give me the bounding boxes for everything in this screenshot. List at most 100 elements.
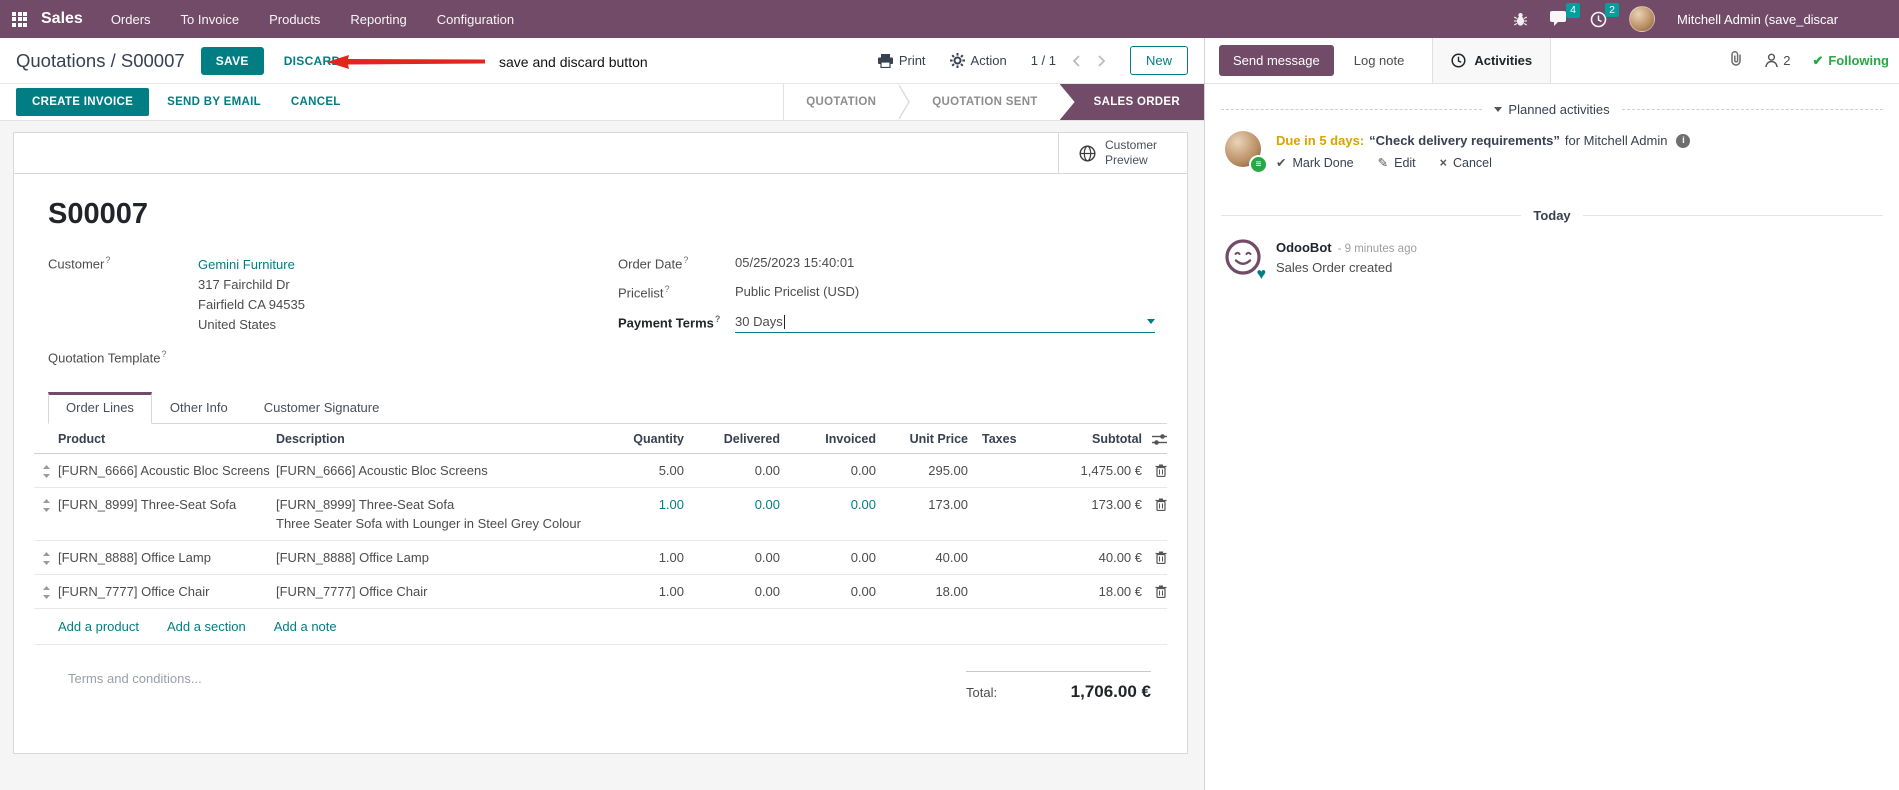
action-button[interactable]: Action bbox=[949, 53, 1007, 68]
apps-grid-icon[interactable] bbox=[12, 11, 27, 27]
chevron-right-icon[interactable] bbox=[1097, 54, 1106, 68]
table-row[interactable]: [FURN_7777] Office Chair [FURN_7777] Off… bbox=[34, 575, 1167, 609]
cell-quantity[interactable]: 1.00 bbox=[606, 584, 684, 599]
tab-customer-signature[interactable]: Customer Signature bbox=[246, 392, 398, 423]
info-icon[interactable]: i bbox=[1676, 133, 1691, 148]
create-invoice-button[interactable]: CREATE INVOICE bbox=[16, 88, 150, 116]
cancel-activity-button[interactable]: × Cancel bbox=[1440, 155, 1492, 170]
state-quotation-sent[interactable]: QUOTATION SENT bbox=[910, 84, 1059, 120]
mark-done-button[interactable]: ✔ Mark Done bbox=[1276, 155, 1354, 171]
add-section-link[interactable]: Add a section bbox=[167, 619, 246, 634]
state-sales-order[interactable]: SALES ORDER bbox=[1059, 84, 1204, 120]
cell-description[interactable]: [FURN_8999] Three-Seat Sofa Three Seater … bbox=[276, 497, 606, 531]
cell-description[interactable]: [FURN_8888] Office Lamp bbox=[276, 550, 606, 565]
log-note-button[interactable]: Log note bbox=[1340, 45, 1419, 76]
nav-item-to-invoice[interactable]: To Invoice bbox=[181, 12, 240, 27]
paperclip-icon[interactable] bbox=[1729, 50, 1743, 71]
nav-item-orders[interactable]: Orders bbox=[111, 12, 151, 27]
cell-delivered[interactable]: 0.00 bbox=[684, 497, 780, 512]
question-hint: ? bbox=[161, 348, 167, 359]
table-row[interactable]: [FURN_6666] Acoustic Bloc Screens [FURN_… bbox=[34, 454, 1167, 488]
tab-other-info[interactable]: Other Info bbox=[152, 392, 246, 423]
tab-order-lines[interactable]: Order Lines bbox=[48, 391, 152, 424]
nav-item-configuration[interactable]: Configuration bbox=[437, 12, 514, 27]
send-by-email-button[interactable]: SEND BY EMAIL bbox=[155, 88, 273, 116]
cell-invoiced[interactable]: 0.00 bbox=[780, 584, 876, 599]
drag-handle-icon[interactable] bbox=[34, 497, 58, 512]
header-unit-price[interactable]: Unit Price bbox=[876, 432, 968, 446]
header-quantity[interactable]: Quantity bbox=[606, 432, 684, 446]
activities-button[interactable]: Activities bbox=[1432, 38, 1552, 83]
add-product-link[interactable]: Add a product bbox=[58, 619, 139, 634]
cell-unit-price[interactable]: 40.00 bbox=[876, 550, 968, 565]
cell-quantity[interactable]: 1.00 bbox=[606, 550, 684, 565]
app-name[interactable]: Sales bbox=[41, 10, 83, 28]
send-message-button[interactable]: Send message bbox=[1219, 45, 1334, 76]
trash-icon[interactable] bbox=[1142, 584, 1167, 598]
trash-icon[interactable] bbox=[1142, 463, 1167, 477]
cell-product[interactable]: [FURN_8999] Three-Seat Sofa bbox=[58, 497, 276, 512]
cell-invoiced[interactable]: 0.00 bbox=[780, 463, 876, 478]
cell-description[interactable]: [FURN_6666] Acoustic Bloc Screens bbox=[276, 463, 606, 478]
nav-item-reporting[interactable]: Reporting bbox=[350, 12, 406, 27]
table-row[interactable]: [FURN_8999] Three-Seat Sofa [FURN_8999] … bbox=[34, 488, 1167, 541]
discard-button[interactable]: DISCARD bbox=[284, 54, 341, 68]
header-description[interactable]: Description bbox=[276, 432, 606, 446]
messages-icon[interactable]: 4 bbox=[1550, 3, 1580, 27]
notebook-tabs: Order Lines Other Info Customer Signatur… bbox=[48, 391, 1167, 424]
planned-activities-toggle[interactable]: Planned activities bbox=[1494, 102, 1610, 117]
order-date-value[interactable]: 05/25/2023 15:40:01 bbox=[735, 255, 854, 271]
header-product[interactable]: Product bbox=[58, 432, 276, 446]
pricelist-value[interactable]: Public Pricelist (USD) bbox=[735, 284, 859, 300]
chevron-left-icon[interactable] bbox=[1072, 54, 1081, 68]
following-button[interactable]: ✔ Following bbox=[1812, 53, 1889, 69]
cell-invoiced[interactable]: 0.00 bbox=[780, 550, 876, 565]
cell-product[interactable]: [FURN_6666] Acoustic Bloc Screens bbox=[58, 463, 276, 478]
field-groups: Customer? Gemini Furniture 317 Fairchild… bbox=[48, 255, 1167, 378]
cell-subtotal: 40.00 € bbox=[1098, 549, 1142, 565]
header-subtotal[interactable]: Subtotal bbox=[1030, 432, 1142, 446]
state-quotation[interactable]: QUOTATION bbox=[784, 84, 898, 120]
cell-delivered[interactable]: 0.00 bbox=[684, 550, 780, 565]
user-menu[interactable] bbox=[1629, 6, 1655, 32]
customer-link[interactable]: Gemini Furniture bbox=[198, 257, 295, 272]
edit-activity-button[interactable]: ✎ Edit bbox=[1378, 155, 1416, 171]
cell-description[interactable]: [FURN_7777] Office Chair bbox=[276, 584, 606, 599]
message-author[interactable]: OdooBot bbox=[1276, 240, 1332, 255]
print-button[interactable]: Print bbox=[877, 53, 926, 68]
header-invoiced[interactable]: Invoiced bbox=[780, 432, 876, 446]
header-delivered[interactable]: Delivered bbox=[684, 432, 780, 446]
cell-product[interactable]: [FURN_7777] Office Chair bbox=[58, 584, 276, 599]
drag-handle-icon[interactable] bbox=[34, 584, 58, 599]
trash-icon[interactable] bbox=[1142, 550, 1167, 564]
header-taxes[interactable]: Taxes bbox=[968, 432, 1030, 446]
cell-unit-price[interactable]: 18.00 bbox=[876, 584, 968, 599]
terms-placeholder[interactable]: Terms and conditions... bbox=[68, 671, 202, 702]
customer-preview-button[interactable]: Customer Preview bbox=[1058, 133, 1187, 173]
breadcrumb[interactable]: Quotations / S00007 bbox=[16, 50, 185, 72]
save-button[interactable]: SAVE bbox=[200, 46, 264, 75]
dropdown-caret-icon[interactable] bbox=[1147, 318, 1155, 324]
cancel-button[interactable]: CANCEL bbox=[279, 88, 353, 116]
cell-delivered[interactable]: 0.00 bbox=[684, 584, 780, 599]
new-button[interactable]: New bbox=[1129, 46, 1188, 75]
payment-terms-input[interactable]: 30 Days bbox=[735, 314, 1155, 334]
cell-quantity[interactable]: 5.00 bbox=[606, 463, 684, 478]
activities-clock-icon[interactable]: 2 bbox=[1590, 2, 1619, 28]
bug-icon[interactable] bbox=[1513, 12, 1528, 27]
table-row[interactable]: [FURN_8888] Office Lamp [FURN_8888] Offi… bbox=[34, 541, 1167, 575]
drag-handle-icon[interactable] bbox=[34, 550, 58, 565]
column-options-icon[interactable] bbox=[1142, 432, 1167, 446]
followers-button[interactable]: 2 bbox=[1765, 53, 1790, 68]
cell-product[interactable]: [FURN_8888] Office Lamp bbox=[58, 550, 276, 565]
cell-unit-price[interactable]: 295.00 bbox=[876, 463, 968, 478]
trash-icon[interactable] bbox=[1142, 497, 1167, 511]
cell-invoiced[interactable]: 0.00 bbox=[780, 497, 876, 512]
cell-quantity[interactable]: 1.00 bbox=[606, 497, 684, 512]
drag-handle-icon[interactable] bbox=[34, 463, 58, 478]
nav-item-products[interactable]: Products bbox=[269, 12, 320, 27]
cell-delivered[interactable]: 0.00 bbox=[684, 463, 780, 478]
add-note-link[interactable]: Add a note bbox=[274, 619, 337, 634]
cell-unit-price[interactable]: 173.00 bbox=[876, 497, 968, 512]
user-name[interactable]: Mitchell Admin (save_discar bbox=[1677, 12, 1889, 27]
